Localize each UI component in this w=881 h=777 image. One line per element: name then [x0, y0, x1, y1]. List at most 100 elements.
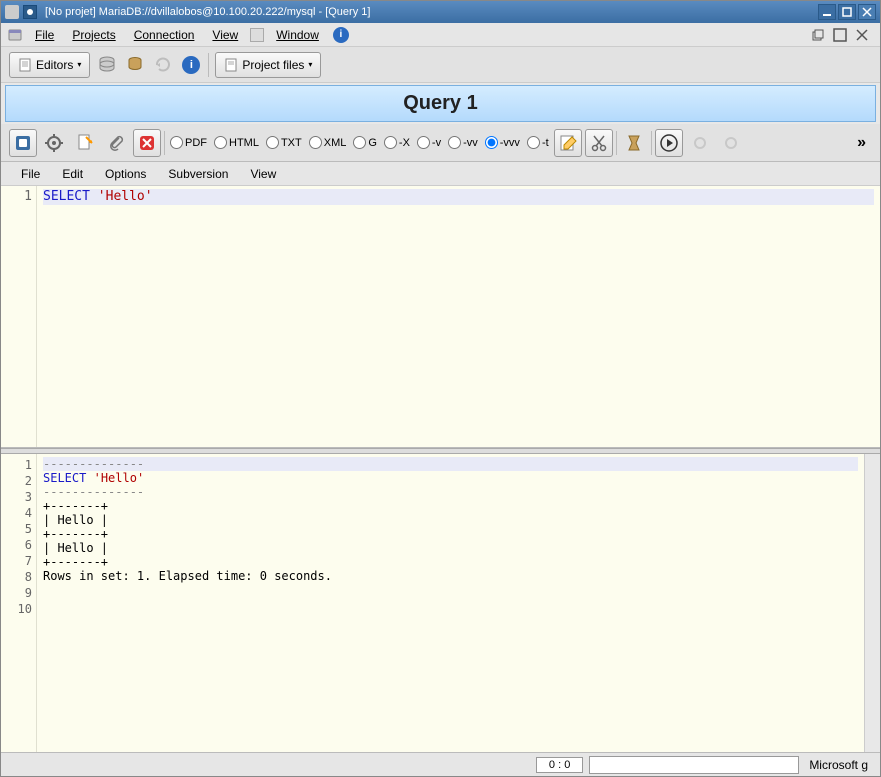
maximize-child-icon[interactable]: [832, 27, 848, 43]
radio-xml[interactable]: XML: [307, 136, 349, 149]
toolbar-separator: [651, 131, 652, 155]
sql-string: 'Hello': [98, 189, 153, 204]
line-number: 1: [1, 457, 32, 473]
line-number: 10: [1, 601, 32, 617]
maximize-button[interactable]: [838, 4, 856, 20]
radio-txt[interactable]: TXT: [264, 136, 304, 149]
menu-separator-icon: [250, 28, 264, 42]
project-files-dropdown[interactable]: Project files ▾: [215, 52, 321, 78]
line-number: 6: [1, 537, 32, 553]
menu-view[interactable]: View: [204, 25, 246, 45]
query-banner: Query 1: [5, 85, 876, 122]
delete-button[interactable]: [133, 129, 161, 157]
minimize-button[interactable]: [818, 4, 836, 20]
cut-button[interactable]: [585, 129, 613, 157]
sql-keyword: SELECT: [43, 471, 86, 485]
window-title: [No projet] MariaDB://dvillalobos@10.100…: [41, 6, 814, 18]
refresh-icon: [152, 54, 174, 76]
info-icon[interactable]: i: [333, 27, 349, 43]
attach-button[interactable]: [102, 129, 130, 157]
radio-html[interactable]: HTML: [212, 136, 261, 149]
status-right-text: Microsoft g: [805, 758, 872, 772]
sql-keyword: SELECT: [43, 189, 90, 204]
main-toolbar: Editors ▾ i Project files ▾: [1, 47, 880, 83]
menubar-right-icons: [810, 27, 874, 43]
about-icon[interactable]: i: [180, 54, 202, 76]
main-menubar: File Projects Connection View Window i: [1, 23, 880, 47]
gear1-button: [686, 129, 714, 157]
status-search-input[interactable]: [589, 756, 799, 774]
menu-projects[interactable]: Projects: [64, 25, 123, 45]
result-line: +-------+: [43, 555, 108, 569]
chevron-down-icon: ▾: [77, 60, 81, 69]
results-pane: 1 2 3 4 5 6 7 8 9 10 -------------- SELE…: [1, 454, 880, 752]
document-icon: [224, 58, 238, 72]
line-number: 8: [1, 569, 32, 585]
close-button[interactable]: [858, 4, 876, 20]
pin-icon[interactable]: [23, 5, 37, 19]
editor-menu-file[interactable]: File: [11, 164, 50, 184]
document-icon: [18, 58, 32, 72]
editor-body[interactable]: SELECT 'Hello': [37, 186, 880, 447]
editor-menubar: File Edit Options Subversion View: [1, 162, 880, 186]
query-toolbar: PDF HTML TXT XML G -X -v -vv -vvv -t »: [1, 124, 880, 162]
editor-menu-edit[interactable]: Edit: [52, 164, 93, 184]
radio-g[interactable]: G: [351, 136, 379, 149]
radio-t[interactable]: -t: [525, 136, 551, 149]
line-number: 3: [1, 489, 32, 505]
result-line: | Hello |: [43, 541, 108, 555]
close-child-icon[interactable]: [854, 27, 870, 43]
radio-pdf[interactable]: PDF: [168, 136, 209, 149]
editor-menu-subversion[interactable]: Subversion: [158, 164, 238, 184]
result-line: Rows in set: 1. Elapsed time: 0 seconds.: [43, 569, 332, 583]
editors-dropdown[interactable]: Editors ▾: [9, 52, 90, 78]
radio-v[interactable]: -v: [415, 136, 443, 149]
result-line: +-------+: [43, 499, 108, 513]
line-number: 5: [1, 521, 32, 537]
toolbar-separator: [164, 131, 165, 155]
toolbar-overflow[interactable]: »: [851, 134, 872, 152]
result-line: --------------: [43, 457, 144, 471]
chevron-down-icon: ▾: [308, 60, 312, 69]
result-line: | Hello |: [43, 513, 108, 527]
new-query-button[interactable]: [71, 129, 99, 157]
settings-button[interactable]: [40, 129, 68, 157]
radio-vvv[interactable]: -vvv: [483, 136, 522, 149]
output-format-radios: PDF HTML TXT XML G -X -v -vv -vvv -t: [168, 136, 551, 149]
line-number: 9: [1, 585, 32, 601]
line-number: 7: [1, 553, 32, 569]
app-menu-icon: [7, 27, 23, 43]
results-body[interactable]: -------------- SELECT 'Hello' ----------…: [37, 454, 864, 752]
menu-file[interactable]: File: [27, 25, 62, 45]
menu-connection[interactable]: Connection: [126, 25, 203, 45]
timer-button[interactable]: [620, 129, 648, 157]
result-line: +-------+: [43, 527, 108, 541]
line-number: 2: [1, 473, 32, 489]
results-gutter: 1 2 3 4 5 6 7 8 9 10: [1, 454, 37, 752]
run-button[interactable]: [655, 129, 683, 157]
sql-editor[interactable]: 1 SELECT 'Hello': [1, 186, 880, 448]
restore-child-icon[interactable]: [810, 27, 826, 43]
gear2-button: [717, 129, 745, 157]
sql-string: 'Hello': [94, 471, 145, 485]
save-sql-icon[interactable]: [124, 54, 146, 76]
vertical-scrollbar[interactable]: [864, 454, 880, 752]
open-button[interactable]: [9, 129, 37, 157]
window-controls: [818, 4, 876, 20]
radio-vv[interactable]: -vv: [446, 136, 480, 149]
status-bar: 0 : 0 Microsoft g: [1, 752, 880, 776]
editor-menu-view[interactable]: View: [240, 164, 286, 184]
radio-x[interactable]: -X: [382, 136, 412, 149]
edit-button[interactable]: [554, 129, 582, 157]
line-number: 1: [1, 189, 32, 205]
cursor-position: 0 : 0: [536, 757, 583, 773]
editor-gutter: 1: [1, 186, 37, 447]
editor-menu-options[interactable]: Options: [95, 164, 156, 184]
titlebar: [No projet] MariaDB://dvillalobos@10.100…: [1, 1, 880, 23]
toolbar-separator: [208, 53, 209, 77]
menu-window[interactable]: Window: [268, 25, 327, 45]
database-icon[interactable]: [96, 54, 118, 76]
result-line: --------------: [43, 485, 144, 499]
project-files-label: Project files: [242, 58, 304, 72]
app-icon: [5, 5, 19, 19]
